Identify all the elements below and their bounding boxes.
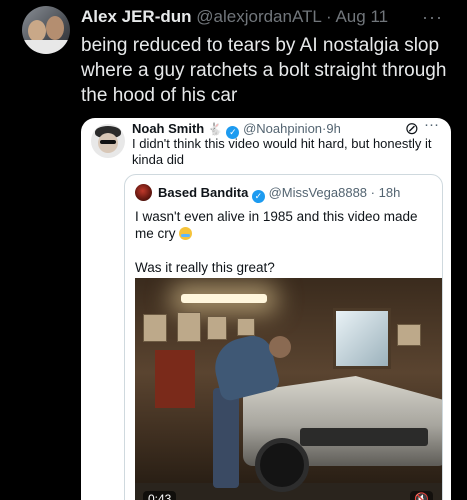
mute-icon[interactable]: 🔇 [410, 491, 433, 500]
inner-line1-text: I wasn't even alive in 1985 and this vid… [135, 209, 418, 241]
inner-author-handle: @MissVega8888 [268, 185, 368, 200]
author-avatar[interactable] [22, 6, 70, 54]
wall-poster [143, 314, 167, 342]
quoted-author-handle: @Noahpinion [243, 121, 323, 136]
author-name[interactable]: Alex JER-dun [81, 7, 192, 26]
car-grille [300, 428, 428, 446]
quoted-author-name: Noah Smith [132, 121, 205, 136]
avatar-face-right [46, 16, 64, 40]
wall-poster [207, 316, 227, 340]
verified-badge-icon: ✓ [251, 190, 265, 203]
garage-window [333, 308, 391, 369]
wall-poster [397, 324, 421, 346]
quoted-author-avatar [91, 124, 125, 158]
avatar-face-left [28, 20, 46, 42]
inner-header: Based Bandita ✓ @MissVega8888 · 18h [158, 184, 400, 203]
crying-emoji-icon [179, 227, 193, 240]
video-duration: 0:43 [143, 491, 177, 500]
ceiling-light [181, 294, 267, 303]
quoted-text: I didn't think this video would hit hard… [132, 136, 432, 167]
tweet-text: being reduced to tears by AI nostalgia s… [81, 35, 447, 106]
mechanic-legs [213, 388, 239, 488]
inner-author-name: Based Bandita [158, 185, 249, 200]
inner-separator: · [370, 185, 376, 200]
header-separator: · [326, 7, 332, 26]
rabbit-icon: 🐇 [207, 122, 223, 136]
more-options-icon[interactable]: ··· [422, 6, 443, 28]
avatar-sunglasses [100, 140, 116, 144]
author-handle[interactable]: @alexjordanATL [196, 7, 321, 26]
tool-shelf [155, 350, 195, 408]
quoted-time: 9h [326, 121, 341, 136]
mechanic-head [269, 336, 291, 358]
inner-author-avatar [135, 184, 152, 201]
tweet-header: Alex JER-dun @alexjordanATL · Aug 11 [81, 6, 388, 28]
inner-time: 18h [378, 185, 401, 200]
inner-text-line2: Was it really this great? [135, 260, 275, 275]
inner-text: I wasn't even alive in 1985 and this vid… [135, 208, 435, 276]
quoted-tweet-screenshot[interactable]: Noah Smith 🐇 ✓ @Noahpinion·9h ⊘ ··· I di… [81, 118, 451, 500]
inner-quoted-tweet: Based Bandita ✓ @MissVega8888 · 18h I wa… [124, 174, 443, 500]
video-player: 0:43 🔇 [135, 278, 442, 500]
avatar-shirt [22, 40, 70, 54]
car-wheel [255, 438, 309, 492]
tweet-date[interactable]: Aug 11 [335, 7, 388, 26]
wall-poster [177, 312, 201, 342]
tweet: Alex JER-dun @alexjordanATL · Aug 11 ···… [0, 0, 467, 500]
inner-text-line1: I wasn't even alive in 1985 and this vid… [135, 208, 435, 242]
quoted-more-icon: ··· [424, 118, 439, 133]
wall-poster [237, 318, 255, 336]
